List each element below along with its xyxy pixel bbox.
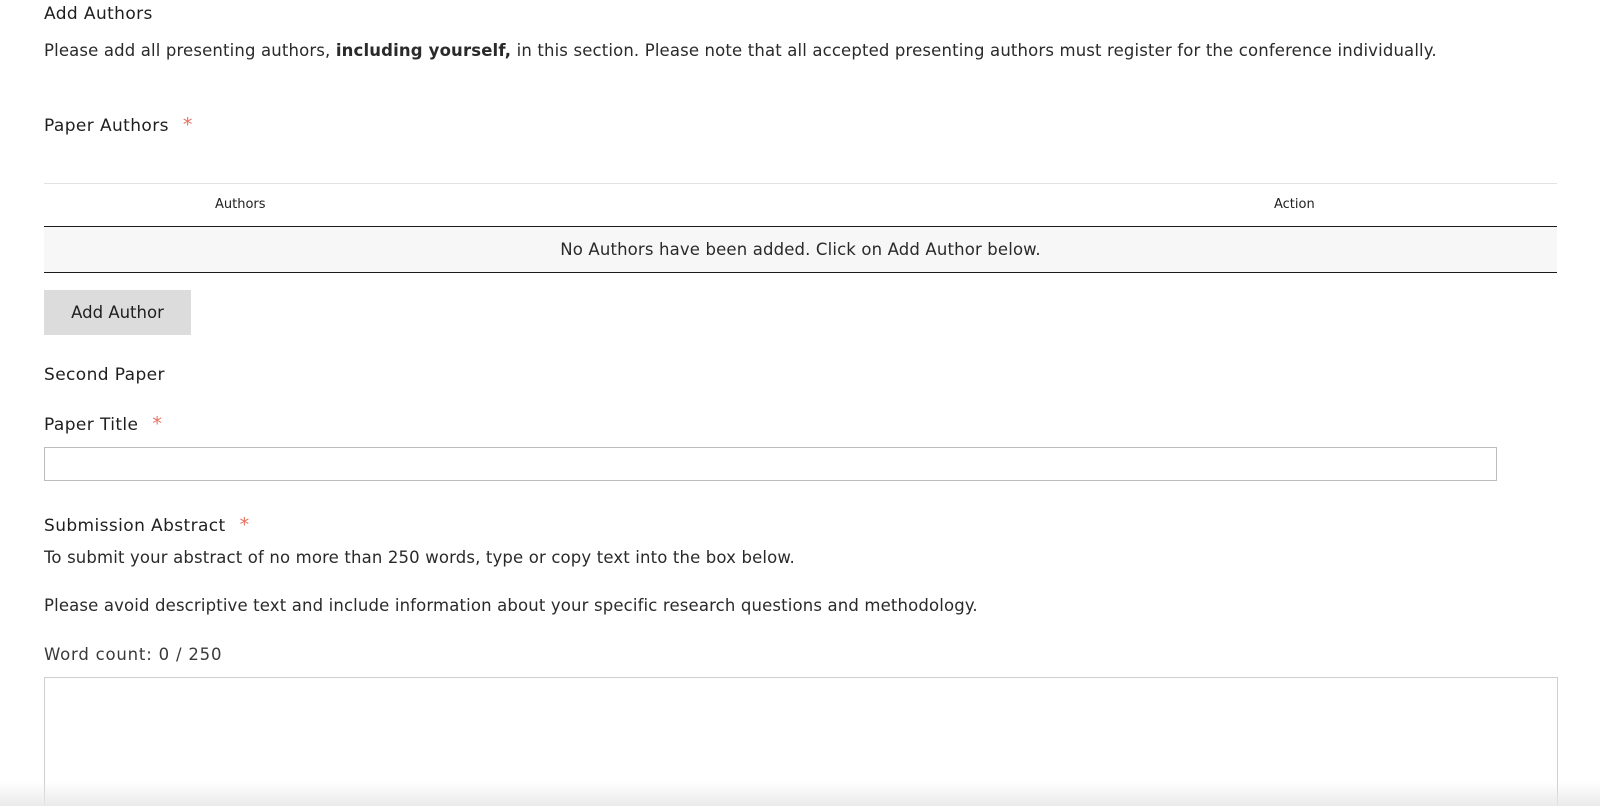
empty-table-message: No Authors have been added. Click on Add… (44, 227, 1557, 273)
column-header-authors: Authors (215, 197, 266, 212)
column-header-action: Action (1274, 197, 1315, 212)
required-asterisk: * (239, 514, 250, 536)
submission-form: Add Authors Please add all presenting au… (0, 0, 1600, 806)
required-asterisk: * (152, 413, 163, 435)
table-header: Authors Action (44, 184, 1557, 227)
submission-abstract-label: Submission Abstract * (44, 514, 250, 536)
second-paper-heading: Second Paper (44, 365, 165, 385)
submission-abstract-label-text: Submission Abstract (44, 516, 226, 536)
abstract-help-text-2: Please avoid descriptive text and includ… (44, 596, 978, 615)
authors-table: Authors Action No Authors have been adde… (44, 183, 1557, 273)
paper-title-label: Paper Title * (44, 413, 162, 435)
abstract-textarea[interactable] (44, 677, 1558, 806)
abstract-help-text-1: To submit your abstract of no more than … (44, 548, 795, 567)
paper-title-label-text: Paper Title (44, 415, 139, 435)
add-authors-intro: Please add all presenting authors, inclu… (44, 41, 1437, 60)
paper-authors-label: Paper Authors * (44, 114, 193, 136)
paper-title-input[interactable] (44, 447, 1497, 481)
paper-authors-label-text: Paper Authors (44, 116, 169, 136)
add-authors-heading: Add Authors (44, 4, 153, 24)
intro-text-start: Please add all presenting authors, (44, 41, 336, 60)
intro-text-end: in this section. Please note that all ac… (511, 41, 1437, 60)
add-author-button[interactable]: Add Author (44, 290, 191, 335)
intro-text-bold: including yourself, (335, 41, 512, 60)
required-asterisk: * (182, 114, 193, 136)
word-count: Word count: 0 / 250 (44, 645, 223, 664)
